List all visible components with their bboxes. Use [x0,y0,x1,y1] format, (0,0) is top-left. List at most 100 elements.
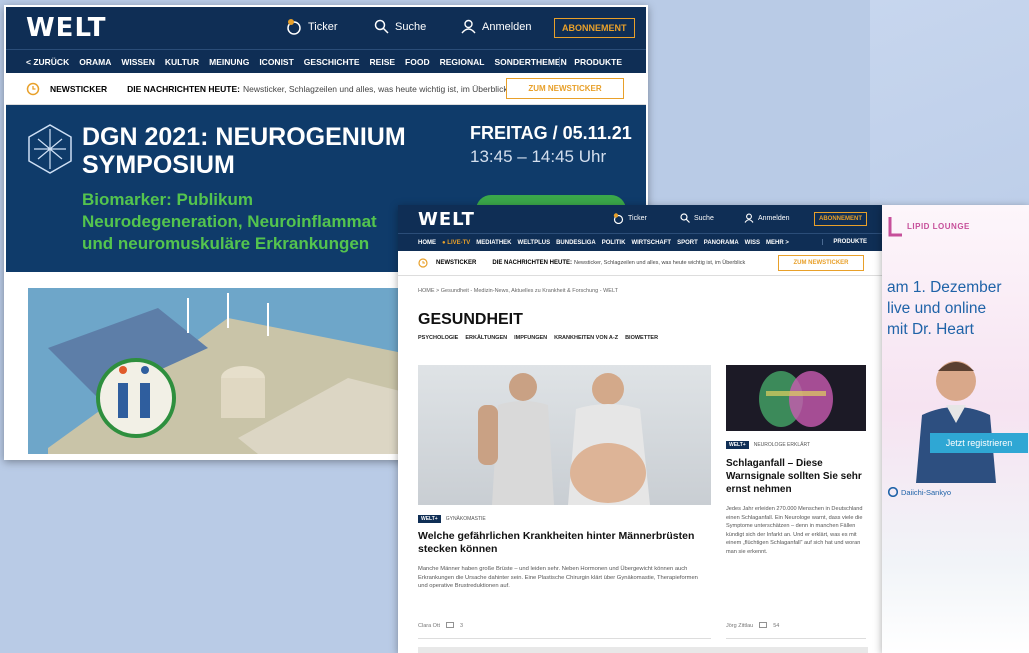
sponsor-name: Daiichi-Sankyo [901,487,952,497]
neurogenium-logo-icon [28,124,72,174]
register-button[interactable]: Jetzt registrieren [930,433,1028,453]
newsticker-button[interactable]: ZUM NEWSTICKER [778,255,864,271]
advertisement-panel[interactable]: LIPID LOUNGE am 1. Dezember live und onl… [882,205,1029,653]
clock-icon [26,82,40,95]
nav-item[interactable]: KULTUR [165,57,199,67]
nav-item-live-tv[interactable]: ● LIVE-TV [442,240,470,246]
nav-item[interactable]: WISS [745,240,760,246]
abo-button[interactable]: ABONNEMENT [814,212,867,226]
clock-icon [418,258,428,268]
subnav-item[interactable]: BIOWETTER [625,335,658,341]
event-time: 13:45 – 14:45 Uhr [470,147,607,166]
daiichi-sankyo-logo-icon [888,487,898,497]
ad-line: live und online [887,300,987,317]
nav-item[interactable]: POLITIK [602,240,626,246]
gesundheit-page-screenshot: WELT Ticker Suche Anmelden ABONNEMENT HO… [398,205,883,653]
login-label: Anmelden [482,20,532,33]
nav-item[interactable]: SPORT [677,240,698,246]
comment-count[interactable]: 3 [460,623,463,629]
nav-item[interactable]: ICONIST [259,57,293,67]
ad-sponsor: Daiichi-Sankyo [888,487,951,497]
welt-logo[interactable]: WELT [418,209,475,230]
ticker-label: Ticker [628,215,647,222]
ticker-label: Ticker [308,21,338,33]
newsticker-button[interactable]: ZUM NEWSTICKER [506,78,624,99]
ad-line: mit Dr. Heart [887,321,974,338]
nav-item[interactable]: PANORAMA [704,240,739,246]
section-subnav: PSYCHOLOGIE ERKÄLTUNGEN IMPFUNGEN KRANKH… [418,335,658,341]
search-label: Suche [395,20,427,33]
event-subtitle-line: Biomarker: Publikum [82,190,253,209]
top-bar: WELT Ticker Suche Anmelden ABONNEMENT [6,7,646,49]
article-image-stroke[interactable] [726,365,866,431]
ticker-link[interactable]: Ticker [613,213,647,224]
nav-item[interactable]: BUNDESLIGA [556,240,596,246]
nav-item[interactable]: GESCHICHTE [304,57,360,67]
search-icon [680,213,690,223]
article-kicker: NEUROLOGE ERKLÄRT [753,442,811,448]
article-teaser: Jedes Jahr erleiden 270.000 Menschen in … [726,506,863,555]
top-bar: WELT Ticker Suche Anmelden ABONNEMENT [398,205,883,233]
nav-item[interactable]: FOOD [405,57,430,67]
user-icon [461,19,476,34]
newsticker-heading: DIE NACHRICHTEN HEUTE: [492,260,573,266]
main-nav: < ZURÜCK ORAMA WISSEN KULTUR MEINUNG ICO… [6,49,646,73]
nav-item[interactable]: WISSEN [121,57,155,67]
event-date: FREITAG / 05.11.21 [470,123,632,143]
article-title[interactable]: Welche gefährlichen Krankheiten hinter M… [418,530,713,556]
comment-count[interactable]: 54 [773,623,779,629]
login-link[interactable]: Anmelden [461,19,532,34]
lipid-lounge-logo-icon [888,217,902,237]
nav-item[interactable]: HOME [418,240,436,246]
newsticker-heading: DIE NACHRICHTEN HEUTE: [127,83,241,94]
nav-item[interactable]: MEINUNG [209,57,249,67]
newsticker-label: NEWSTICKER [50,83,108,94]
ad-headline: am 1. Dezember live und online mit Dr. H… [887,277,1002,340]
nav-item-more[interactable]: MEHR > [766,240,789,246]
main-nav: HOME ● LIVE-TV MEDIATHEK WELTPLUS BUNDES… [398,233,883,251]
newsticker-bar: NEWSTICKER DIE NACHRICHTEN HEUTE: Newsti… [398,251,883,276]
welt-logo[interactable]: WELT [26,13,106,43]
article-title[interactable]: Schlaganfall – Diese Warnsignale sollten… [726,457,871,496]
newsticker-label: NEWSTICKER [436,260,477,266]
subnav-item[interactable]: PSYCHOLOGIE [418,335,458,341]
search-link[interactable]: Suche [680,213,714,223]
nav-item[interactable]: < ZURÜCK [26,57,69,67]
nav-item[interactable]: WIRTSCHAFT [631,240,671,246]
nav-item[interactable]: SONDERTHEMEN [494,57,566,67]
subnav-item[interactable]: IMPFUNGEN [514,335,547,341]
login-link[interactable]: Anmelden [744,213,790,223]
next-row-hint [418,647,868,653]
search-icon [374,19,389,34]
article-author[interactable]: Clara Ott [418,623,440,629]
search-label: Suche [694,214,714,222]
abo-button[interactable]: ABONNEMENT [554,18,635,38]
nav-products[interactable]: PRODUKTE [822,239,867,245]
breadcrumb[interactable]: HOME > Gesundheit - Medizin-News, Aktuel… [418,288,618,294]
event-subtitle: Biomarker: Publikum Neurodegeneration, N… [82,189,377,255]
search-link[interactable]: Suche [374,19,426,34]
divider [418,638,711,639]
welt-plus-badge: WELT+ [418,515,441,523]
event-subtitle-line: Neurodegeneration, Neuroinflammat [82,212,377,231]
divider [726,638,866,639]
men-photo [478,373,650,505]
ad-brand: LIPID LOUNGE [888,215,970,237]
nav-item[interactable]: ORAMA [79,57,111,67]
nav-item[interactable]: MEDIATHEK [476,240,511,246]
subnav-item[interactable]: KRANKHEITEN VON A-Z [554,335,618,341]
user-icon [744,213,754,223]
nav-products[interactable]: PRODUKTE [559,57,622,67]
event-subtitle-line: und neuromuskuläre Erkrankungen [82,234,370,253]
event-title: DGN 2021: NEUROGENIUM SYMPOSIUM [82,123,406,179]
nav-item[interactable]: REGIONAL [440,57,485,67]
article-image-men[interactable] [418,365,711,505]
ticker-icon [613,213,624,224]
article-author[interactable]: Jörg Zittlau [726,623,753,629]
ticker-link[interactable]: Ticker [286,19,338,35]
nav-item[interactable]: WELTPLUS [518,240,551,246]
newsticker-text: Newsticker, Schlagzeilen und alles, was … [574,260,746,266]
nav-item[interactable]: REISE [370,57,396,67]
stroke-photo [759,371,833,427]
subnav-item[interactable]: ERKÄLTUNGEN [465,335,507,341]
